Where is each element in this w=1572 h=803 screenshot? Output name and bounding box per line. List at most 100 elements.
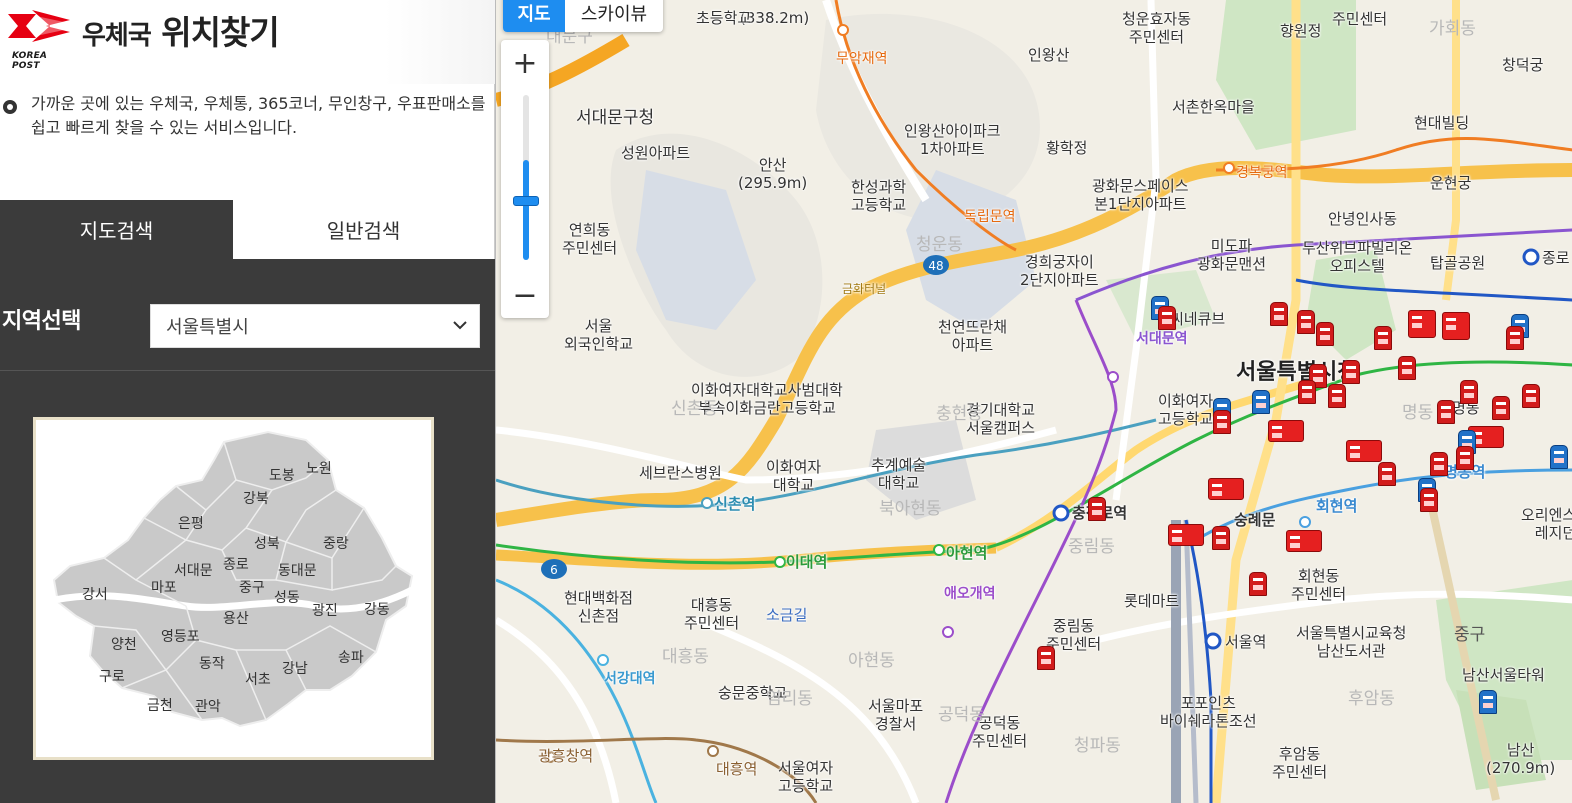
post-office-cluster[interactable] [1286,530,1322,552]
map-area-sinchon: 신촌동 [671,399,718,419]
map-label-unhyeon: 운현궁 [1430,174,1472,192]
region-select[interactable]: 서울특별시 [150,304,480,348]
post-office-cluster[interactable] [1168,524,1204,546]
korea-post-logo: KOREA POST [6,6,78,71]
district-yeongdeungpo[interactable]: 영등포 [161,626,200,646]
district-gangbuk[interactable]: 강북 [243,488,269,508]
district-junggu[interactable]: 중구 [239,577,265,597]
post-office-cluster[interactable] [1346,440,1382,462]
district-songpa[interactable]: 송파 [338,647,364,667]
district-seodaemun[interactable]: 서대문 [174,560,213,580]
post-office-marker[interactable] [1316,322,1334,346]
post-office-marker[interactable] [1522,384,1540,408]
chevron-down-icon [453,321,467,330]
post-office-cluster[interactable] [1208,478,1244,500]
post-office-marker[interactable] [1298,380,1316,404]
post-office-marker[interactable] [1420,488,1438,512]
post-office-marker[interactable] [1550,445,1568,469]
post-office-marker[interactable] [1249,572,1267,596]
logo-text: KOREA POST [12,51,48,71]
map-label-dongnimmun-station: 독립문역 [964,209,1016,225]
district-jungnang[interactable]: 중랑 [323,533,349,553]
skyview-button[interactable]: 스카이뷰 [565,0,663,32]
post-office-marker[interactable] [1374,326,1392,350]
district-dongdaemun[interactable]: 동대문 [278,560,317,580]
post-office-marker[interactable] [1460,380,1478,404]
post-office-cluster[interactable] [1408,310,1436,338]
post-office-marker[interactable] [1297,310,1315,334]
map-view[interactable]: 48 6 (338.2m) 초등학교 청운효자동 주민센터 향원정 주민센터 가… [495,0,1572,803]
district-seocho[interactable]: 서초 [245,669,271,689]
district-dobong[interactable]: 도봉 [269,465,295,485]
map-label-school-top: 초등학교 [696,9,752,27]
map-label-midopa: 미도파 광화문맨션 [1197,237,1267,273]
zoom-slider-handle[interactable] [513,196,539,206]
post-office-marker[interactable] [1270,302,1288,326]
map-label-seongwon: 성원아파트 [621,144,691,162]
post-office-marker[interactable] [1328,384,1346,408]
tab-map-search[interactable]: 지도검색 [0,200,233,259]
map-label-daeheung-jumin: 대흥동 주민센터 [684,596,740,632]
district-gangdong[interactable]: 강동 [364,599,390,619]
district-gangnam[interactable]: 강남 [282,658,308,678]
map-label-hansung: 한성과학 고등학교 [851,178,907,214]
map-label-hwanghak: 황학정 [1046,139,1088,157]
map-label-muakjae: 무악재역 [836,51,888,67]
district-guro[interactable]: 구로 [99,666,125,686]
map-label-anguk: 안녕인사동 [1328,210,1398,228]
map-label-aeogae-station: 애오개역 [944,586,996,602]
map-label-edu-office: 서울특별시교육청 남산도서관 [1296,624,1407,660]
post-office-marker[interactable] [1252,390,1270,414]
post-office-marker[interactable] [1398,356,1416,380]
map-label-seoul-city-hall: 서울특별시청 [1236,360,1358,385]
post-office-cluster[interactable] [1268,420,1304,442]
post-office-marker[interactable] [1088,497,1106,521]
district-gwangjin[interactable]: 광진 [312,600,338,620]
map-label-gyeonghui-apt: 경희궁자이 2단지아파트 [1020,253,1099,289]
map-label-huam-jumin: 후암동 주민센터 [1272,745,1328,781]
district-yongsan[interactable]: 용산 [223,608,249,628]
post-office-marker[interactable] [1506,326,1524,350]
district-yangcheon[interactable]: 양천 [111,634,137,654]
post-office-marker[interactable] [1213,410,1231,434]
post-office-marker[interactable] [1378,462,1396,486]
zoom-out-button[interactable]: − [501,272,549,318]
map-label-jongno: 종로 [1542,249,1570,267]
map-label-ansan: 안산 (295.9m) [738,156,808,192]
district-mapo[interactable]: 마포 [151,577,177,597]
district-dongjak[interactable]: 동작 [199,653,225,673]
district-nowon[interactable]: 노원 [306,458,332,478]
district-seongdong[interactable]: 성동 [274,587,300,607]
post-office-marker[interactable] [1456,446,1474,470]
district-geumcheon[interactable]: 금천 [147,695,173,715]
district-eunpyeong[interactable]: 은평 [178,513,204,533]
map-label-ahyeon-station: 아현역 [946,544,988,562]
map-label-gwanghwamun-space: 광화문스페이스 본1단지아파트 [1092,177,1189,213]
post-office-marker[interactable] [1430,452,1448,476]
map-label-severance: 세브란스병원 [639,464,722,482]
post-office-cluster[interactable] [1442,312,1470,340]
district-gwanak[interactable]: 관악 [195,696,221,716]
map-label-hoehyeon-jumin: 회현동 주민센터 [1291,567,1347,603]
region-label: 지역선택 [2,309,81,334]
map-label-sogeum: 소금길 [766,606,808,624]
header-fade [385,0,495,84]
zoom-in-button[interactable]: + [501,40,549,86]
post-office-marker[interactable] [1437,400,1455,424]
map-label-mapo-police: 서울마포 경찰서 [868,697,924,733]
map-view-button[interactable]: 지도 [503,0,565,32]
post-office-marker[interactable] [1492,396,1510,420]
district-jongno[interactable]: 종로 [223,554,249,574]
district-gangseo[interactable]: 강서 [82,584,108,604]
post-office-marker[interactable] [1037,646,1055,670]
post-office-marker[interactable] [1158,306,1176,330]
map-area-chunghyeon: 충현동 [936,404,983,424]
map-area-huam: 후암동 [1348,689,1395,709]
post-office-marker[interactable] [1479,690,1497,714]
map-label-namsan: 남산 (270.9m) [1486,741,1556,777]
tab-general-search[interactable]: 일반검색 [233,200,495,259]
post-office-marker[interactable] [1342,360,1360,384]
map-label-gahoe: 가회동 [1429,19,1476,39]
post-office-marker[interactable] [1212,526,1230,550]
district-seongbuk[interactable]: 성북 [254,533,280,553]
